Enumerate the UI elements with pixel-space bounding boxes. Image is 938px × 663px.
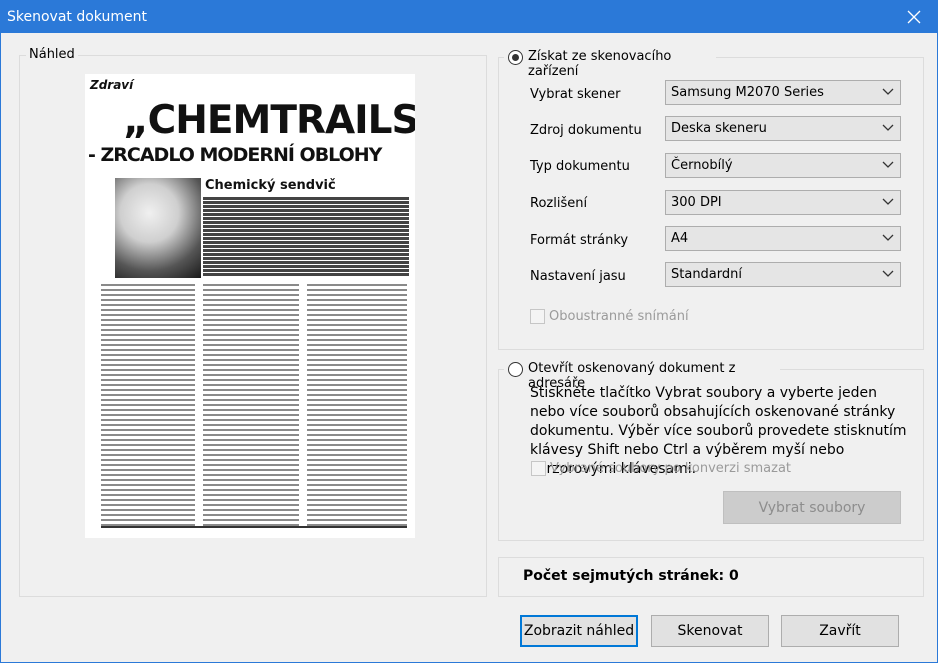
brightness-label: Nastavení jasu (530, 269, 626, 284)
chevron-down-icon (882, 124, 894, 131)
scanner-select[interactable]: Samsung M2070 Series (665, 80, 901, 105)
chevron-down-icon (882, 234, 894, 241)
pages-count: Počet sejmutých stránek: 0 (523, 568, 739, 584)
device-radio-group[interactable]: Získat ze skenovacího zařízení (504, 48, 716, 79)
resolution-value: 300 DPI (671, 195, 722, 210)
brightness-value: Standardní (671, 267, 742, 282)
preview-section-label: Zdraví (90, 78, 134, 92)
close-icon (907, 10, 921, 24)
page-format-select[interactable]: A4 (665, 226, 901, 251)
scanner-label: Vybrat skener (530, 87, 621, 102)
source-value: Deska skeneru (671, 121, 767, 136)
preview-column-3 (307, 282, 407, 527)
source-select[interactable]: Deska skeneru (665, 116, 901, 141)
chevron-down-icon (882, 161, 894, 168)
duplex-label: Oboustranné snímání (549, 309, 689, 324)
file-radio[interactable] (508, 362, 523, 377)
delete-files-checkbox[interactable] (531, 461, 546, 476)
delete-files-label: Vybrané soubory po konverzi smazat (550, 461, 792, 476)
preview-headline: „CHEMTRAILS“ (123, 98, 415, 143)
window-title: Skenovat dokument (7, 9, 147, 25)
chevron-down-icon (882, 270, 894, 277)
preview-column-1 (101, 282, 195, 527)
duplex-checkbox[interactable] (530, 309, 545, 324)
scanner-value: Samsung M2070 Series (671, 85, 824, 100)
doc-type-select[interactable]: Černobílý (665, 153, 901, 178)
chevron-down-icon (882, 88, 894, 95)
preview-subheadline: - ZRCADLO MODERNÍ OBLOHY (88, 144, 382, 166)
file-radio-group[interactable]: Otevřít oskenovaný dokument z adresáře (504, 360, 780, 391)
preview-image: Zdraví „CHEMTRAILS“ - ZRCADLO MODERNÍ OB… (85, 74, 415, 538)
source-label: Zdroj dokumentu (530, 123, 642, 138)
scan-document-dialog: Skenovat dokument Náhled Zdraví „CHEMTRA… (0, 0, 938, 663)
preview-lead-text (203, 196, 409, 276)
title-bar: Skenovat dokument (1, 1, 937, 33)
preview-footer-line (101, 526, 407, 528)
device-radio-label: Získat ze skenovacího zařízení (528, 49, 672, 79)
doc-type-label: Typ dokumentu (530, 159, 630, 174)
window-close-button[interactable] (891, 1, 937, 33)
select-files-button[interactable]: Vybrat soubory (723, 491, 901, 524)
brightness-select[interactable]: Standardní (665, 262, 901, 287)
preview-photo (115, 178, 201, 278)
device-radio[interactable] (508, 50, 523, 65)
chevron-down-icon (882, 198, 894, 205)
resolution-label: Rozlišení (530, 196, 588, 211)
radio-selected-dot (512, 54, 519, 61)
doc-type-value: Černobílý (671, 158, 733, 173)
preview-article-title: Chemický sendvič (205, 178, 336, 193)
resolution-select[interactable]: 300 DPI (665, 190, 901, 215)
page-format-label: Formát stránky (530, 233, 629, 248)
preview-legend: Náhled (26, 47, 78, 62)
page-format-value: A4 (671, 231, 689, 246)
scan-button[interactable]: Skenovat (651, 615, 769, 647)
preview-column-2 (203, 282, 299, 527)
close-button[interactable]: Zavřít (781, 615, 899, 647)
preview-button[interactable]: Zobrazit náhled (520, 615, 638, 647)
